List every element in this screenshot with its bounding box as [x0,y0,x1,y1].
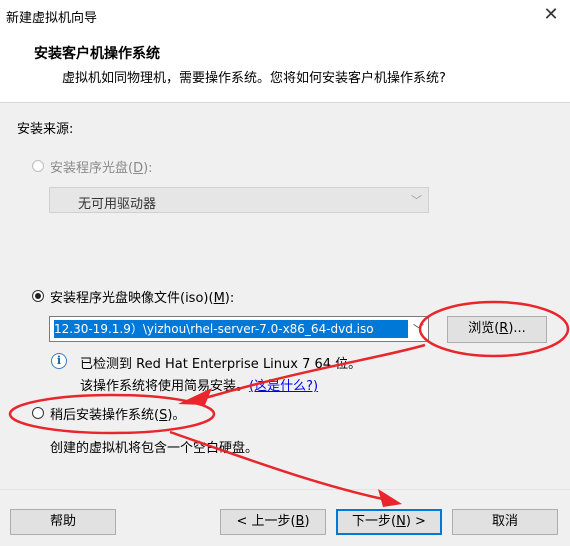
iso-path-value[interactable]: 12.30-19.1.9）\yizhou\rhel-server-7.0-x86… [54,320,408,338]
radio-install-later[interactable] [32,407,44,419]
whats-this-link[interactable]: (这是什么?) [249,379,318,394]
next-label-prefix: 下一步( [352,514,397,529]
install-later-description: 创建的虚拟机将包含一个空白硬盘。 [50,441,259,456]
next-hotkey: N [396,514,406,529]
option-label-suffix: )。 [167,408,186,423]
easy-install-note: 该操作系统将使用简易安装。(这是什么?) [80,375,318,394]
window-title: 新建虚拟机向导 [6,11,98,26]
radio-install-disc[interactable] [32,160,44,172]
close-icon[interactable]: ✕ [540,4,562,26]
disc-drive-dropdown: 无可用驱动器 ﹀ [49,187,429,213]
option-install-disc-label[interactable]: 安装程序光盘(D): [50,157,153,176]
option-label-prefix: 稍后安装操作系统( [50,408,160,423]
info-icon: i [51,353,67,369]
install-source-label: 安装来源: [17,122,74,137]
option-hotkey: M [213,291,225,306]
iso-path-combobox[interactable]: 12.30-19.1.9）\yizhou\rhel-server-7.0-x86… [49,316,429,342]
option-label-prefix: 安装程序光盘( [50,161,134,176]
option-label-suffix: ): [143,161,153,176]
chevron-down-icon: ﹀ [411,194,422,207]
browse-label-prefix: 浏览( [468,321,500,336]
browse-button[interactable]: 浏览(R)... [447,316,547,343]
browse-hotkey: R [499,321,509,336]
easy-install-text: 该操作系统将使用简易安装。 [80,379,250,394]
option-label-suffix: ): [224,291,235,306]
option-install-iso-label[interactable]: 安装程序光盘映像文件(iso)(M): [50,287,234,306]
disc-drive-value: 无可用驱动器 [78,197,157,212]
detected-os-text: 已检测到 Red Hat Enterprise Linux 7 64 位。 [80,357,362,372]
help-button[interactable]: 帮助 [10,509,116,535]
next-button[interactable]: 下一步(N) > [336,509,442,535]
option-hotkey: D [133,161,144,176]
title-bar: 新建虚拟机向导 ✕ [0,0,570,32]
back-label-prefix: < 上一步( [236,514,296,529]
browse-label-suffix: )... [508,321,526,336]
page-subtitle: 虚拟机如同物理机，需要操作系统。您将如何安装客户机操作系统? [62,71,446,86]
chevron-down-icon[interactable]: ﹀ [413,321,424,337]
cancel-button[interactable]: 取消 [452,509,558,535]
option-label-prefix: 安装程序光盘映像文件(iso)( [50,291,214,306]
page-title: 安装客户机操作系统 [34,46,160,62]
radio-install-iso[interactable] [32,290,44,302]
next-label-suffix: ) > [405,514,426,529]
back-label-suffix: ) [304,514,310,529]
option-install-later-label[interactable]: 稍后安装操作系统(S)。 [50,404,185,423]
back-button[interactable]: < 上一步(B) [220,509,326,535]
